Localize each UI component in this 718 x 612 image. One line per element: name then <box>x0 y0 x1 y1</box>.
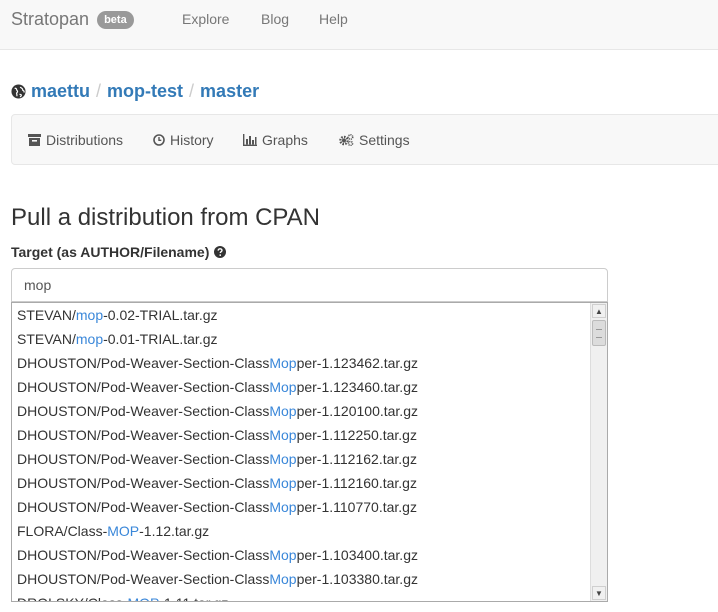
suggestion-text: -1.12.tar.gz <box>139 523 210 539</box>
question-circle-icon[interactable] <box>214 246 227 258</box>
suggestion-item[interactable]: STEVAN/mop-0.01-TRIAL.tar.gz <box>12 327 590 351</box>
brand-name[interactable]: Stratopan <box>11 9 89 29</box>
inbox-icon <box>28 134 41 146</box>
suggestion-match-highlight: Mop <box>269 571 297 587</box>
globe-icon <box>11 83 26 99</box>
suggestion-item[interactable]: DHOUSTON/Pod-Weaver-Section-ClassMopper-… <box>12 567 590 591</box>
suggestion-text: per-1.112160.tar.gz <box>296 475 417 491</box>
suggestion-item[interactable]: FLORA/Class-MOP-1.12.tar.gz <box>12 519 590 543</box>
suggestion-match-highlight: MOP <box>107 523 140 539</box>
suggestion-match-highlight: MOP <box>127 595 159 601</box>
top-navbar: Stratopan beta Explore Blog Help <box>0 0 718 50</box>
suggestion-match-highlight: Mop <box>269 499 297 515</box>
suggestion-item[interactable]: DHOUSTON/Pod-Weaver-Section-ClassMopper-… <box>12 495 590 519</box>
stack-tabs: Distributions History Graphs Settings <box>11 114 718 165</box>
page-title: Pull a distribution from CPAN <box>11 204 320 231</box>
suggestion-text: DHOUSTON/Pod-Weaver-Section-Class <box>17 427 270 443</box>
suggestion-item[interactable]: DHOUSTON/Pod-Weaver-Section-ClassMopper-… <box>12 543 590 567</box>
suggestion-match-highlight: mop <box>75 331 104 347</box>
breadcrumb-stack-link[interactable]: master <box>200 80 259 102</box>
tab-settings[interactable]: Settings <box>339 132 410 148</box>
tab-label: Settings <box>359 132 410 148</box>
suggestion-text: per-1.103400.tar.gz <box>296 547 418 563</box>
suggestion-match-highlight: Mop <box>269 451 297 467</box>
suggestion-text: DHOUSTON/Pod-Weaver-Section-Class <box>17 355 270 371</box>
suggestion-match-highlight: Mop <box>269 475 297 491</box>
suggestion-text: DHOUSTON/Pod-Weaver-Section-Class <box>17 475 270 491</box>
suggestion-text: DHOUSTON/Pod-Weaver-Section-Class <box>17 451 270 467</box>
tab-label: Distributions <box>46 132 124 148</box>
suggestion-item[interactable]: DROLSKY/Class-MOP-1.11.tar.gz <box>12 591 590 601</box>
suggestion-text: DROLSKY/Class- <box>17 595 127 601</box>
suggestion-text: -0.02-TRIAL.tar.gz <box>103 307 218 323</box>
suggestion-item[interactable]: DHOUSTON/Pod-Weaver-Section-ClassMopper-… <box>12 351 590 375</box>
beta-badge: beta <box>97 11 134 29</box>
breadcrumb-separator: / <box>189 81 195 101</box>
suggestion-item[interactable]: DHOUSTON/Pod-Weaver-Section-ClassMopper-… <box>12 447 590 471</box>
scroll-down-arrow-icon[interactable]: ▼ <box>592 586 606 600</box>
suggestion-match-highlight: Mop <box>269 427 297 443</box>
breadcrumb-separator: / <box>96 81 102 101</box>
suggestion-text: DHOUSTON/Pod-Weaver-Section-Class <box>17 499 270 515</box>
suggestion-text: -0.01-TRIAL.tar.gz <box>103 331 218 347</box>
suggestion-item[interactable]: DHOUSTON/Pod-Weaver-Section-ClassMopper-… <box>12 399 590 423</box>
suggestion-text: per-1.123460.tar.gz <box>296 379 418 395</box>
scrollbar-thumb[interactable] <box>592 320 606 346</box>
suggestion-item[interactable]: STEVAN/mop-0.02-TRIAL.tar.gz <box>12 303 590 327</box>
suggestion-text: FLORA/Class- <box>17 523 108 539</box>
suggestion-text: per-1.123462.tar.gz <box>296 355 418 371</box>
tab-distributions[interactable]: Distributions <box>28 132 123 148</box>
suggestion-text: DHOUSTON/Pod-Weaver-Section-Class <box>17 379 270 395</box>
suggestion-match-highlight: mop <box>75 307 104 323</box>
scrollbar[interactable]: ▲ ▼ <box>590 303 607 601</box>
target-input[interactable] <box>11 268 608 302</box>
tab-label: Graphs <box>262 132 308 148</box>
nav-help-link[interactable]: Help <box>319 11 348 27</box>
suggestion-match-highlight: Mop <box>269 355 297 371</box>
suggestion-match-highlight: Mop <box>269 379 297 395</box>
suggestion-item[interactable]: DHOUSTON/Pod-Weaver-Section-ClassMopper-… <box>12 423 590 447</box>
breadcrumb: maettu / mop-test / master <box>11 80 259 102</box>
target-label-text: Target (as AUTHOR/Filename) <box>11 244 210 260</box>
suggestion-item[interactable]: DHOUSTON/Pod-Weaver-Section-ClassMopper-… <box>12 375 590 399</box>
brand[interactable]: Stratopan beta <box>11 8 134 31</box>
suggestion-item[interactable]: DHOUSTON/Pod-Weaver-Section-ClassMopper-… <box>12 471 590 495</box>
scroll-up-arrow-icon[interactable]: ▲ <box>592 304 606 318</box>
clock-icon <box>153 134 165 146</box>
suggestion-text: per-1.110770.tar.gz <box>296 499 417 515</box>
nav-blog-link[interactable]: Blog <box>261 11 289 27</box>
suggestion-match-highlight: Mop <box>269 547 297 563</box>
suggestion-list: STEVAN/mop-0.02-TRIAL.tar.gz STEVAN/mop-0… <box>12 303 590 601</box>
suggestion-text: per-1.120100.tar.gz <box>296 403 418 419</box>
suggestion-text: DHOUSTON/Pod-Weaver-Section-Class <box>17 547 270 563</box>
breadcrumb-repo-link[interactable]: mop-test <box>107 80 183 102</box>
breadcrumb-user-link[interactable]: maettu <box>31 80 90 102</box>
suggestion-text: per-1.112250.tar.gz <box>296 427 417 443</box>
cogs-icon <box>339 134 354 146</box>
suggestion-text: STEVAN/ <box>17 307 76 323</box>
nav-explore-link[interactable]: Explore <box>182 11 229 27</box>
bar-chart-icon <box>243 134 257 146</box>
suggestion-text: DHOUSTON/Pod-Weaver-Section-Class <box>17 403 270 419</box>
suggestion-text: per-1.112162.tar.gz <box>296 451 417 467</box>
suggestion-match-highlight: Mop <box>269 403 297 419</box>
suggestion-text: DHOUSTON/Pod-Weaver-Section-Class <box>17 571 270 587</box>
suggestion-text: -1.11.tar.gz <box>159 595 228 601</box>
tab-history[interactable]: History <box>153 132 214 148</box>
target-label: Target (as AUTHOR/Filename) <box>11 244 227 260</box>
tab-label: History <box>170 132 214 148</box>
tab-graphs[interactable]: Graphs <box>243 132 308 148</box>
suggestion-text: STEVAN/ <box>17 331 76 347</box>
autocomplete-dropdown[interactable]: STEVAN/mop-0.02-TRIAL.tar.gz STEVAN/mop-0… <box>11 302 608 602</box>
suggestion-text: per-1.103380.tar.gz <box>296 571 418 587</box>
